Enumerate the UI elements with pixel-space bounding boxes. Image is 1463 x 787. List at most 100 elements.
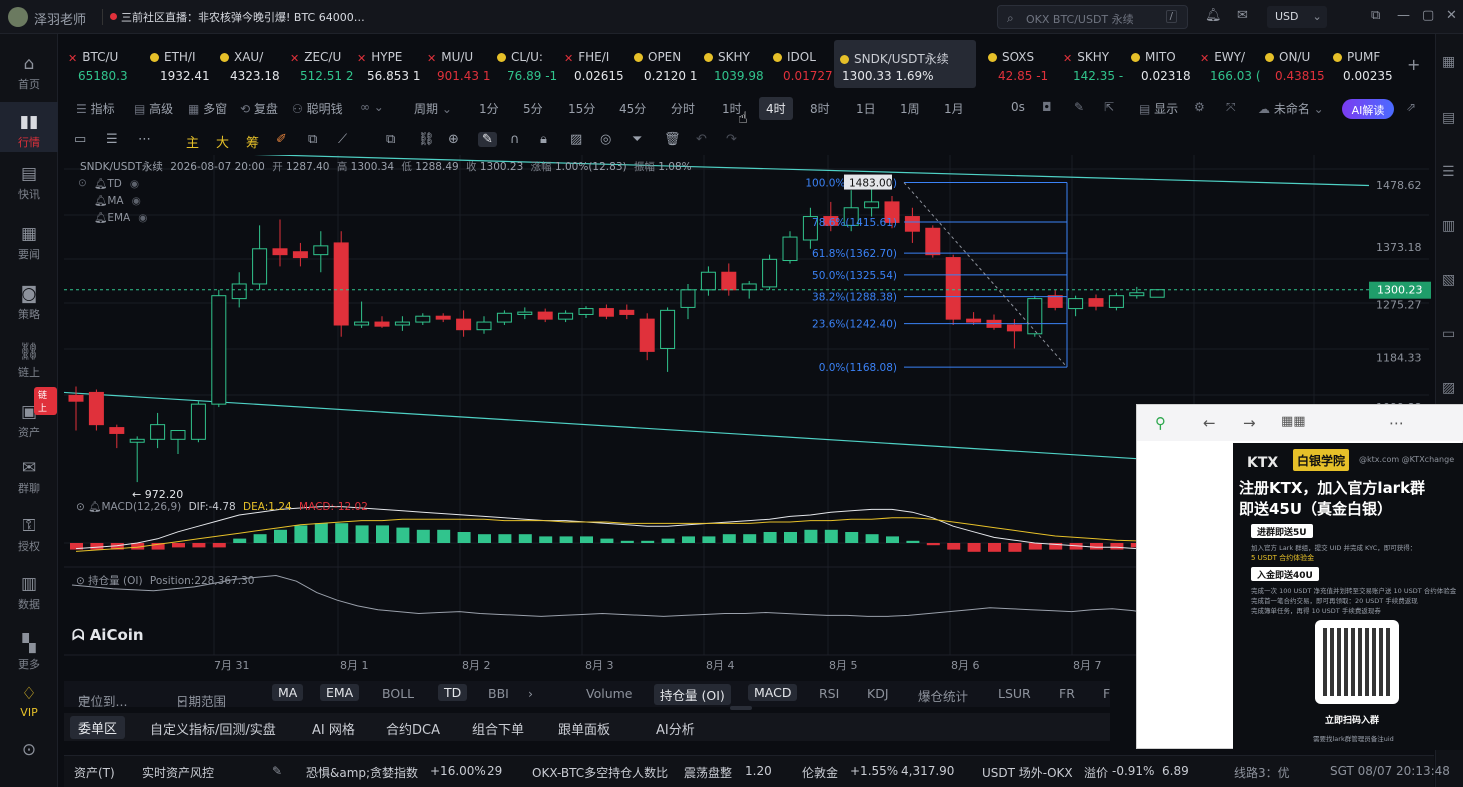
minimize-icon[interactable]: — [1397,8,1410,23]
ticker-item[interactable]: ✕ HYPE 56.853 1 [353,40,420,88]
eye-icon[interactable]: ◎ [600,132,611,147]
tab-contract-dca[interactable]: 合约DCA [386,719,440,738]
ruler-icon[interactable]: ▭ [74,132,86,147]
ind-lsur[interactable]: LSUR [998,686,1031,701]
bell-icon[interactable]: 🔔︎ [1205,8,1222,23]
grid-icon[interactable]: ▦▦ [1281,414,1306,429]
ind-kdj[interactable]: KDJ [867,686,889,701]
big-order-tool[interactable]: 大 [216,132,229,151]
nav-market[interactable]: ▮▮ 行情 [0,102,58,152]
filter-icon[interactable]: ⏷ [632,132,642,147]
chevron-right-icon[interactable]: › [528,686,533,701]
add-ticker-icon[interactable]: + [1407,55,1420,74]
collapse-icon[interactable]: ⊙ [78,177,87,189]
user-avatar[interactable] [8,7,28,27]
pin-icon[interactable]: ⚲ [1155,414,1166,432]
ind-f[interactable]: F [1103,686,1110,701]
multiwindow-button[interactable]: ▦ 多窗 [188,100,227,117]
period-8h[interactable]: 8时 [810,100,830,117]
qr-code[interactable] [1315,620,1399,704]
period-15m[interactable]: 15分 [568,100,595,117]
maximize-icon[interactable]: ▢ [1422,8,1434,23]
nav-flash[interactable]: ▤ 快讯 [0,164,58,204]
lock-icon[interactable]: 🔒︎ [540,132,547,147]
settings-icon[interactable]: ⚙ [1194,100,1205,114]
line-status[interactable]: 线路3：优 [1234,764,1290,781]
nav-home[interactable]: ⌂ 首页 [0,48,58,91]
ticker-item[interactable]: MITO 0.02318 [1127,40,1193,88]
ind-bbi[interactable]: BBI [488,686,509,701]
ticker-item[interactable]: ✕ EWY/166.03 ( [1196,40,1262,88]
edit-icon[interactable]: ✎ [272,764,282,778]
orderbook-icon[interactable]: ▤ [1442,110,1455,126]
user-name[interactable]: 泽羽老师 [34,9,86,28]
advanced-button[interactable]: ▤ 高级 [134,100,173,117]
nav-settings[interactable]: ⊙ [0,740,58,770]
ind-rsi[interactable]: RSI [819,686,839,701]
ticker-item[interactable]: ✕ MU/U 901.43 1 [423,40,490,88]
nav-onchain[interactable]: ⛓ 链上 [0,342,58,382]
grid-icon[interactable]: ▦ [1442,54,1455,70]
main-chart-tool[interactable]: 主 [186,132,199,151]
tab-orders[interactable]: 委单区 [70,716,126,739]
forward-icon[interactable]: → [1243,414,1256,432]
etf-icon[interactable]: ▭ [1442,326,1455,342]
ticker-item[interactable]: ✕ ZEC/U 512.51 2 [286,40,353,88]
nav-data[interactable]: ▥ 数据 [0,574,58,614]
period-timeshare[interactable]: 分时 [671,100,695,117]
layers-icon[interactable]: ⧉ [308,132,317,147]
fullscreen-icon[interactable]: ⤧ [1226,100,1236,115]
display-button[interactable]: ▤ 显示 [1139,100,1178,117]
ticker-item[interactable]: IDOL 0.01727 [769,40,835,88]
ticker-item[interactable]: SNDK/USDT永续 1300.33 1.69% [834,40,976,88]
ticker-item[interactable]: ✕ FHE/I 0.02615 [560,40,626,88]
replay-button[interactable]: ⟲ 复盘 [240,100,278,117]
ai-draw-icon[interactable]: ✐ [276,132,287,147]
panel-resize-handle[interactable] [730,706,752,710]
ind-td[interactable]: TD [438,684,468,701]
search-input[interactable]: ⌕ OKX BTC/USDT 永续 / [997,5,1188,29]
ad-popup-window[interactable]: ⚲ ← → ▦▦ ⋯ KTX 白银学院 @ktx.com @KTXchange … [1136,404,1463,750]
ticker-item[interactable]: ON/U 0.43815 [1261,40,1327,88]
ticker-item[interactable]: ✕ BTC/U 65180.3 [64,40,130,88]
news-ticker[interactable]: 三前社区直播：非农核弹今晚引爆! BTC 64000… [121,9,365,25]
eye-icon[interactable]: ◉ [138,212,147,224]
collapse-icon[interactable]: ⊙ [76,501,85,513]
nav-headlines[interactable]: ▦ 要闻 [0,224,58,264]
period-1w[interactable]: 1周 [900,100,920,117]
nav-more[interactable]: ▚ 更多 [0,634,58,674]
indicator-ma[interactable]: 🔔︎MA ◉ [94,194,141,207]
share-icon[interactable]: ⇗ [1406,100,1416,114]
ad-banner[interactable]: KTX 白银学院 @ktx.com @KTXchange 注册KTX，加入官方l… [1233,443,1463,750]
close-icon[interactable]: ✕ [1446,8,1457,23]
ticker-item[interactable]: SOXS 42.85 -1 [984,40,1050,88]
tab-ai-analysis[interactable]: AI分析 [656,719,695,738]
period-5m[interactable]: 5分 [523,100,543,117]
period-1mo[interactable]: 1月 [944,100,964,117]
ticker-item[interactable]: OPEN 0.2120 1 [630,40,697,88]
export-icon[interactable]: ⇱ [1104,100,1114,114]
ind-volume[interactable]: Volume [586,686,633,701]
ticker-item[interactable]: ✕ SKHY 142.35 - [1059,40,1125,88]
period-45m[interactable]: 45分 [619,100,646,117]
list-icon[interactable]: ▥ [1442,218,1455,234]
smart-money-button[interactable]: ⚇ 聪明钱 [292,100,343,117]
redo-icon[interactable]: ↷ [726,132,737,147]
period-4h[interactable]: 4时 [759,97,793,120]
ai-interpret-button[interactable]: AI解读 [1342,99,1394,119]
pencil-icon[interactable]: ✎ [1074,100,1084,114]
period-1m[interactable]: 1分 [479,100,499,117]
link-icon[interactable]: ⛓ [418,132,435,147]
back-icon[interactable]: ← [1203,414,1216,432]
template-dropdown[interactable]: ∞ ⌄ [360,100,384,114]
calc-icon[interactable]: ▨ [1442,380,1455,396]
tab-copy-trade[interactable]: 跟单面板 [558,719,610,738]
period-1d[interactable]: 1日 [856,100,876,117]
ind-ma[interactable]: MA [272,684,304,701]
indicators-button[interactable]: ☰ 指标 [76,100,115,117]
indicator-ema[interactable]: 🔔︎EMA ◉ [94,211,147,224]
ind-boll[interactable]: BOLL [382,686,414,701]
more-icon[interactable]: ⋯ [138,132,151,147]
window-restore-icon[interactable]: ⧉ [1371,8,1380,23]
currency-select[interactable]: USD ⌄ [1267,6,1327,28]
